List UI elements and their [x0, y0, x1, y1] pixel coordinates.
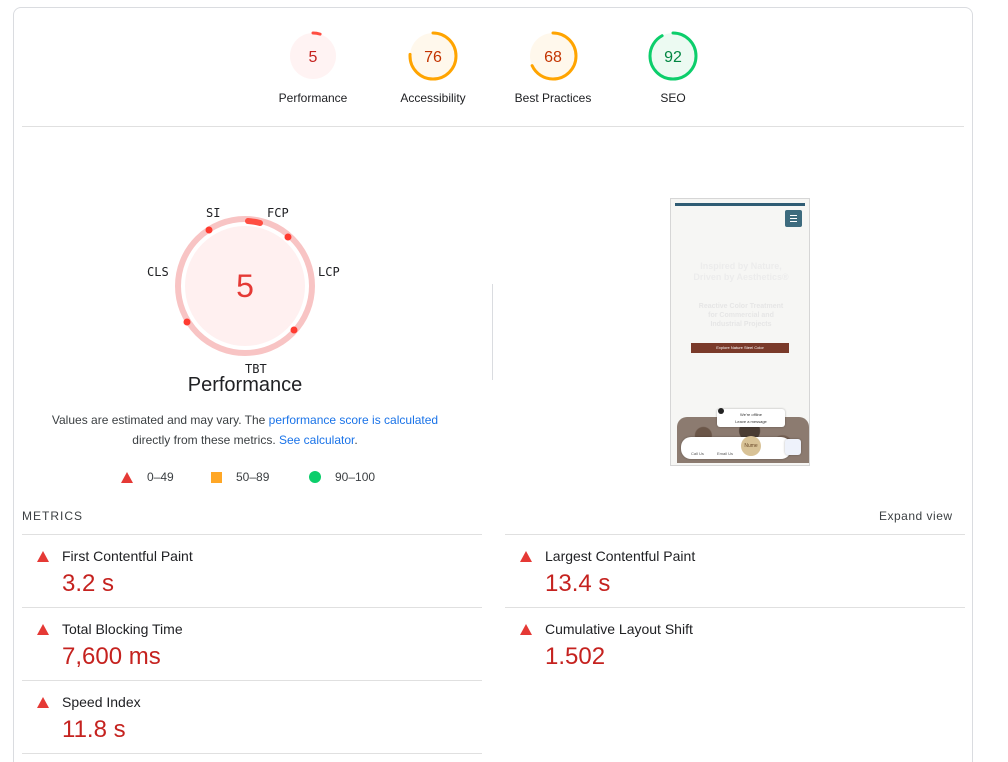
metric-value: 3.2 s	[62, 570, 115, 597]
legend-range: 90–100	[335, 470, 376, 484]
metrics-bottom-divider	[22, 753, 482, 754]
metric-name: Largest Contentful Paint	[545, 548, 696, 564]
metrics-title: METRICS	[22, 509, 83, 523]
gauge-label-fcp: FCP	[267, 206, 289, 220]
note-text: Values are estimated and may vary. The	[51, 413, 269, 427]
recaptcha-icon	[785, 439, 801, 455]
hamburger-menu-icon	[785, 210, 802, 227]
final-screenshot[interactable]: Inspired by Nature, Driven by Aesthetics…	[670, 198, 810, 466]
red-triangle-icon	[121, 471, 133, 483]
metric-name: First Contentful Paint	[62, 548, 193, 564]
chat-line: We're offline	[740, 412, 762, 417]
score-note: Values are estimated and may vary. The p…	[40, 410, 450, 450]
site-subhead: Reactive Color Treatment for Commercial …	[698, 303, 784, 328]
gauge-label: Performance	[278, 91, 348, 105]
performance-big-score: 5	[236, 268, 254, 304]
gauge-performance[interactable]: 5 Performance	[253, 31, 373, 105]
gauge-label: Best Practices	[514, 91, 592, 105]
red-triangle-icon	[37, 624, 49, 635]
chat-line: Leave a message	[735, 419, 767, 424]
site-logo-badge: Nume	[741, 436, 761, 456]
see-calculator-link[interactable]: See calculator	[279, 433, 354, 447]
gauge-label-si: SI	[206, 206, 221, 220]
metric-value: 13.4 s	[545, 570, 611, 597]
metric-name: Cumulative Layout Shift	[545, 621, 693, 637]
legend-range: 0–49	[147, 470, 174, 484]
gauge-score: 68	[544, 49, 562, 66]
red-triangle-icon	[37, 697, 49, 708]
metric-cumulative-layout-shift: Cumulative Layout Shift 1.502	[505, 607, 965, 680]
section-divider	[492, 284, 493, 380]
legend-fail: 0–49	[121, 470, 174, 484]
gauge-seo[interactable]: 92 SEO	[613, 31, 733, 105]
best-practices-gauge-ring: 68	[528, 31, 578, 81]
performance-title: Performance	[187, 374, 303, 396]
fcp-marker	[284, 233, 292, 241]
gauge-score: 5	[309, 49, 318, 66]
gauge-score: 92	[664, 49, 682, 66]
site-chat-bubble: We're offline Leave a message	[717, 409, 785, 427]
metric-name: Speed Index	[62, 694, 141, 710]
metric-name: Total Blocking Time	[62, 621, 183, 637]
metric-value: 1.502	[545, 643, 606, 670]
accessibility-gauge-ring: 76	[408, 31, 458, 81]
chat-close-icon	[718, 408, 724, 414]
site-headline: Inspired by Nature, Driven by Aesthetics…	[693, 261, 789, 282]
green-circle-icon	[309, 471, 321, 483]
gauge-label: SEO	[660, 91, 686, 105]
si-marker	[205, 226, 213, 234]
metric-value: 11.8 s	[62, 716, 126, 743]
seo-gauge-ring: 92	[648, 31, 698, 81]
gauge-best-practices[interactable]: 68 Best Practices	[493, 31, 613, 105]
performance-gauge-ring: 5	[288, 31, 338, 81]
red-triangle-icon	[520, 551, 532, 562]
score-calculated-link[interactable]: performance score is calculated	[269, 413, 438, 427]
nav-email-label: Email Us	[717, 451, 734, 456]
legend-pass: 90–100	[309, 470, 375, 484]
orange-square-icon	[211, 471, 222, 483]
metric-largest-contentful-paint: Largest Contentful Paint 13.4 s	[505, 534, 965, 607]
site-header-bar	[675, 203, 805, 206]
gauge-label: Accessibility	[400, 91, 466, 105]
gauge-label-lcp: LCP	[318, 265, 340, 279]
legend-range: 50–89	[236, 470, 270, 484]
red-triangle-icon	[520, 624, 532, 635]
nav-call-label: Call Us	[691, 451, 704, 456]
metric-total-blocking-time: Total Blocking Time 7,600 ms	[22, 607, 482, 680]
site-cta-button: Explore Nature Steel Color	[691, 343, 789, 353]
performance-big-gauge: 5	[175, 216, 315, 356]
site-bottom-nav: Call Us Email Us	[681, 437, 791, 459]
expand-view-button[interactable]: Expand view	[879, 509, 953, 523]
metric-first-contentful-paint: First Contentful Paint 3.2 s	[22, 534, 482, 607]
score-arc	[245, 218, 263, 226]
gauge-score: 76	[424, 49, 442, 66]
header-divider	[22, 126, 964, 127]
legend-average: 50–89	[211, 470, 269, 484]
cls-marker	[183, 318, 191, 326]
metric-speed-index: Speed Index 11.8 s	[22, 680, 482, 753]
metric-value: 7,600 ms	[62, 643, 161, 670]
gauge-label-cls: CLS	[147, 265, 169, 279]
note-text: directly from these metrics.	[132, 433, 279, 447]
red-triangle-icon	[37, 551, 49, 562]
note-text: .	[354, 433, 358, 447]
gauge-accessibility[interactable]: 76 Accessibility	[373, 31, 493, 105]
lcp-marker	[290, 326, 298, 334]
